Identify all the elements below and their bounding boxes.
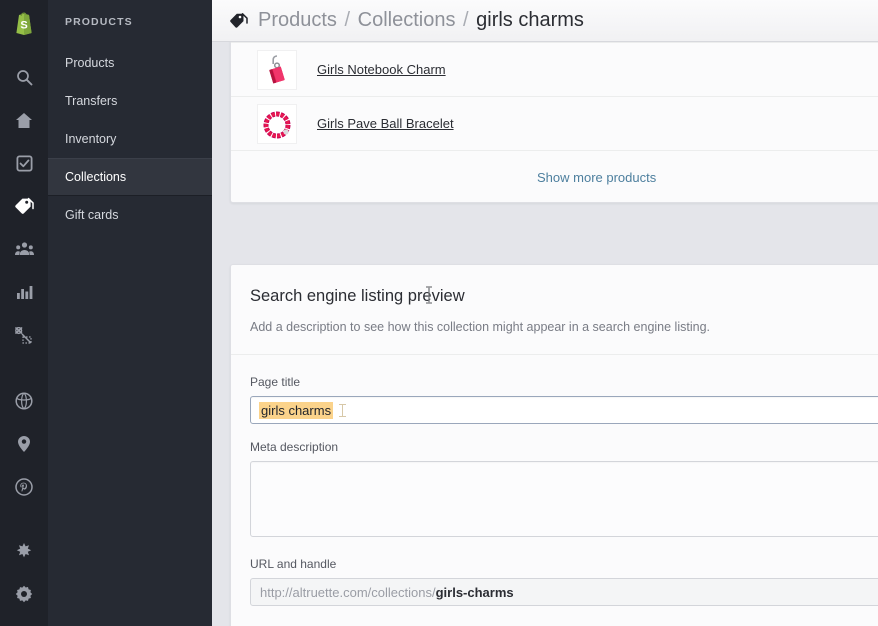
seo-card-header: Search engine listing preview Add a desc… [231,265,878,355]
search-icon[interactable] [0,58,48,96]
seo-card-title: Search engine listing preview [250,286,465,306]
seo-card-title-text: Search engine listing preview [250,287,465,305]
page-title-value: girls charms [259,401,334,419]
url-handle-field: URL and handle http://altruette.com/coll… [231,557,878,606]
sidebar-item-gift-cards[interactable]: Gift cards [48,196,212,234]
sidebar-item-label: Products [65,56,115,70]
customers-icon[interactable] [0,230,48,268]
sidebar-item-collections[interactable]: Collections [48,158,212,196]
meta-description-label: Meta description [250,440,339,454]
orders-icon[interactable] [0,144,48,182]
pave-ball-bracelet-thumb [257,103,297,144]
url-handle-value: girls-charms [435,584,514,600]
svg-text:S: S [20,20,27,32]
app-root: S PRODUCTS Products Transfers Inventory … [0,0,878,626]
breadcrumb-products[interactable]: Products [258,9,337,31]
main-content: Products / Collections / girls charms Gi… [212,0,878,626]
sidebar-item-inventory[interactable]: Inventory [48,120,212,158]
page-title-field: Page title girls charms [231,375,878,424]
shopify-logo[interactable]: S [0,2,48,46]
url-handle-label: URL and handle [250,557,337,571]
breadcrumb: Products / Collections / girls charms [258,9,584,32]
page-header: Products / Collections / girls charms [212,0,878,42]
meta-description-field: Meta description [231,440,878,537]
online-store-icon[interactable] [0,382,48,420]
location-pin-icon[interactable] [0,425,48,463]
breadcrumb-current: girls charms [476,9,584,31]
sidebar: PRODUCTS Products Transfers Inventory Co… [48,0,212,626]
scroll-region[interactable]: Girls Link Bracelet [212,0,878,626]
sidebar-item-label: Inventory [65,132,117,146]
products-icon[interactable] [0,187,48,225]
page-title-label: Page title [250,375,301,389]
analytics-icon[interactable] [0,273,48,311]
seo-preview-card: Search engine listing preview Add a desc… [230,264,878,626]
sidebar-item-products[interactable]: Products [48,44,212,82]
sidebar-heading: PRODUCTS [65,16,133,28]
show-more-row: Show more products [231,151,878,203]
url-handle-input[interactable]: http://altruette.com/collections/girls-c… [250,578,878,606]
icon-rail: S [0,0,48,626]
product-link[interactable]: Girls Pave Ball Bracelet [317,116,454,131]
product-row[interactable]: Girls Notebook Charm [231,43,878,97]
home-icon[interactable] [0,101,48,139]
sidebar-item-label: Transfers [65,94,118,108]
text-caret [339,403,347,417]
settings-icon[interactable] [0,575,48,613]
sidebar-item-transfers[interactable]: Transfers [48,82,212,120]
breadcrumb-separator: / [463,9,469,31]
show-more-products-link[interactable]: Show more products [537,170,656,185]
tag-icon [229,12,248,29]
sidebar-item-label: Gift cards [65,208,119,222]
breadcrumb-separator: / [344,9,351,31]
discounts-icon[interactable] [0,316,48,354]
pinterest-icon[interactable] [0,468,48,506]
product-link[interactable]: Girls Notebook Charm [317,62,446,77]
seo-card-subtitle: Add a description to see how this collec… [250,320,710,334]
notebook-charm-thumb [257,49,297,90]
page-title-input[interactable]: girls charms [250,396,878,424]
breadcrumb-collections[interactable]: Collections [358,9,456,31]
product-row[interactable]: Girls Pave Ball Bracelet [231,97,878,151]
sidebar-item-label: Collections [65,170,127,184]
url-prefix: http://altruette.com/collections/ [260,584,436,600]
apps-icon[interactable] [0,532,48,570]
meta-description-input[interactable] [250,461,878,537]
